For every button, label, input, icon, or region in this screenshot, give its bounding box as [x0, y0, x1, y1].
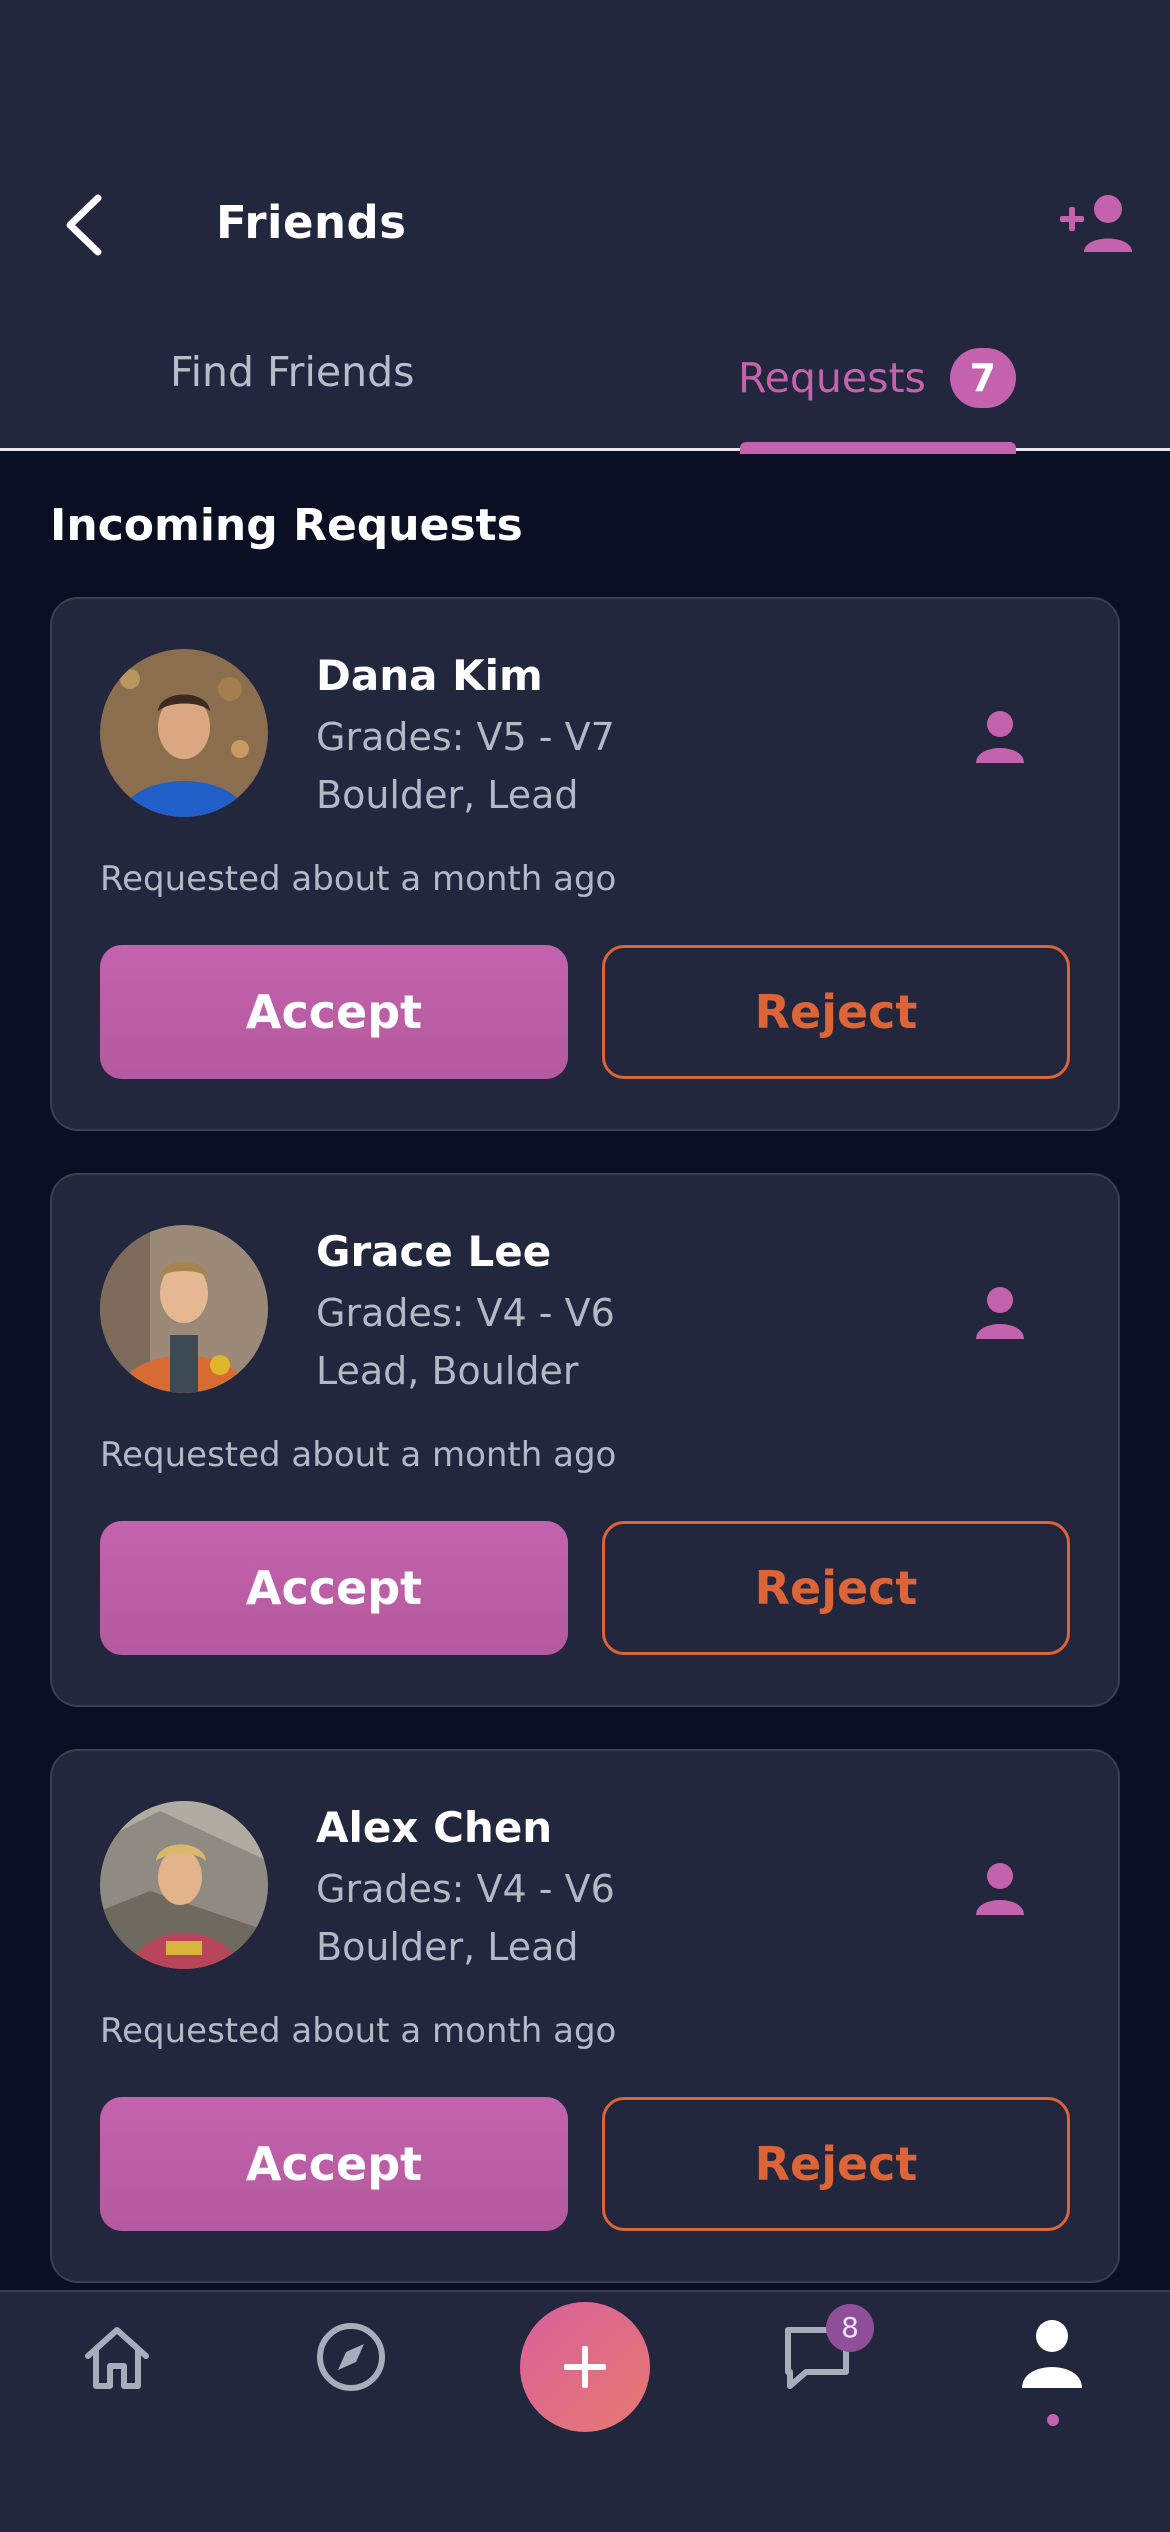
- request-time: Requested about a month ago: [100, 2011, 617, 2051]
- requester-grades: Grades: V5 - V7: [316, 715, 615, 759]
- accept-button[interactable]: Accept: [100, 1521, 568, 1655]
- reject-button[interactable]: Reject: [602, 1521, 1070, 1655]
- active-tab-indicator: [740, 442, 1016, 454]
- person-icon[interactable]: [972, 1861, 1028, 1917]
- requests-count-badge: 7: [949, 348, 1016, 408]
- chevron-left-icon[interactable]: [58, 190, 114, 260]
- person-add-icon[interactable]: [1060, 192, 1134, 254]
- top-header: Friends Find Friends Requests 7: [0, 0, 1170, 454]
- create-button[interactable]: [520, 2302, 650, 2432]
- tab-find-friends[interactable]: Find Friends: [170, 348, 414, 408]
- requester-name: Alex Chen: [316, 1803, 553, 1852]
- tab-label: Find Friends: [170, 348, 415, 396]
- requester-grades: Grades: V4 - V6: [316, 1291, 615, 1335]
- accept-button[interactable]: Accept: [100, 2097, 568, 2231]
- request-time: Requested about a month ago: [100, 859, 617, 899]
- request-card: Dana Kim Grades: V5 - V7 Boulder, Lead R…: [50, 597, 1120, 1131]
- section-title: Incoming Requests: [50, 500, 523, 551]
- avatar: [100, 1801, 268, 1969]
- requester-grades: Grades: V4 - V6: [316, 1867, 615, 1911]
- person-icon[interactable]: [972, 709, 1028, 765]
- plus-icon: [564, 2346, 606, 2388]
- accept-button[interactable]: Accept: [100, 945, 568, 1079]
- tab-label: Requests: [738, 354, 926, 402]
- compass-icon[interactable]: [314, 2320, 388, 2394]
- request-card: Alex Chen Grades: V4 - V6 Boulder, Lead …: [50, 1749, 1120, 2283]
- tab-requests[interactable]: Requests 7: [738, 348, 1016, 408]
- requester-name: Grace Lee: [316, 1227, 552, 1276]
- active-nav-indicator: [1047, 2414, 1059, 2426]
- requester-name: Dana Kim: [316, 651, 543, 700]
- reject-button[interactable]: Reject: [602, 945, 1070, 1079]
- requester-styles: Boulder, Lead: [316, 1925, 579, 1969]
- chat-unread-badge: 8: [826, 2304, 874, 2352]
- avatar: [100, 1225, 268, 1393]
- requester-styles: Lead, Boulder: [316, 1349, 579, 1393]
- requester-styles: Boulder, Lead: [316, 773, 579, 817]
- home-icon[interactable]: [80, 2320, 154, 2394]
- request-card: Grace Lee Grades: V4 - V6 Lead, Boulder …: [50, 1173, 1120, 1707]
- avatar: [100, 649, 268, 817]
- request-time: Requested about a month ago: [100, 1435, 617, 1475]
- reject-button[interactable]: Reject: [602, 2097, 1070, 2231]
- profile-icon[interactable]: [1016, 2318, 1088, 2390]
- page-title: Friends: [216, 196, 407, 249]
- bottom-navigation: 8: [0, 2290, 1170, 2532]
- person-icon[interactable]: [972, 1285, 1028, 1341]
